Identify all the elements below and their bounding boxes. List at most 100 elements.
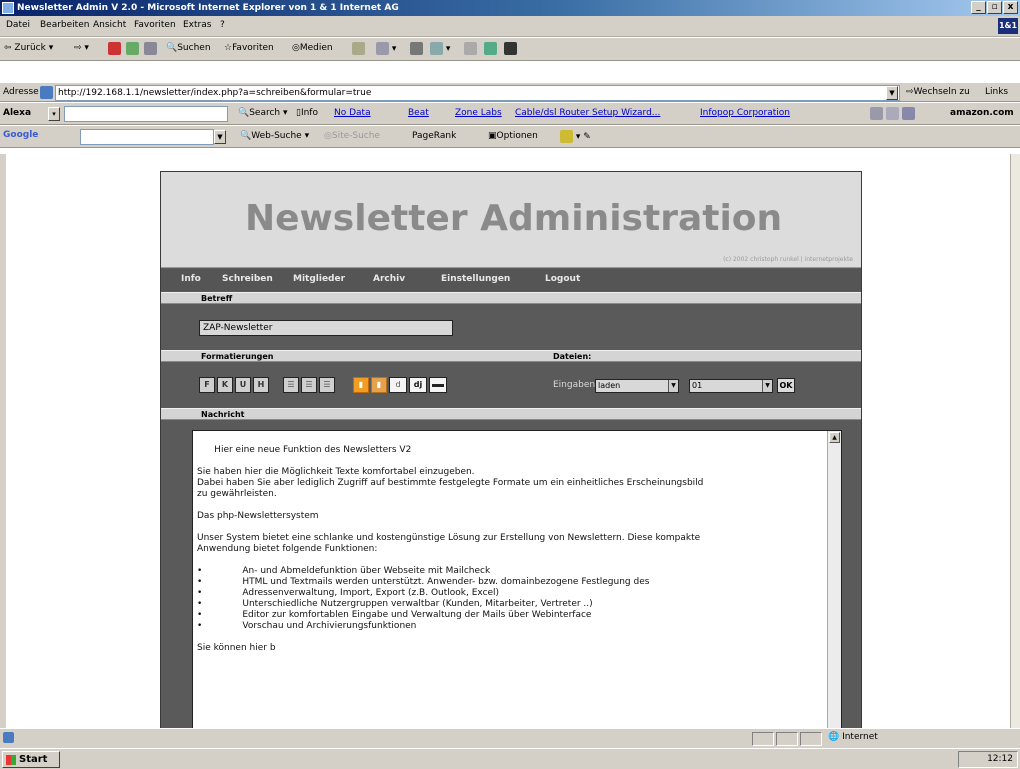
ie-icon: [2, 2, 14, 14]
subject-section-header: Betreff: [161, 292, 861, 304]
alexa-dropdown[interactable]: ▾: [48, 107, 60, 121]
edit-icon[interactable]: ▾: [430, 42, 450, 55]
google-site-search-button[interactable]: ◎Site-Suche: [324, 131, 380, 141]
formatting-label: Formatierungen: [201, 352, 274, 361]
messenger-icon[interactable]: [484, 42, 497, 55]
insert-label: Eingaben: [553, 380, 596, 390]
system-clock: 12:12: [958, 751, 1018, 768]
align-left-icon[interactable]: ☰: [283, 377, 299, 393]
message-textarea[interactable]: Hier eine neue Funktion des Newsletters …: [192, 430, 842, 728]
italic-button[interactable]: K: [217, 377, 233, 393]
amazon-logo[interactable]: amazon.com: [950, 108, 1014, 118]
go-button[interactable]: ⇨Wechseln zu: [906, 87, 970, 97]
alexa-no-data-link[interactable]: No Data: [334, 108, 371, 118]
menu-help[interactable]: ?: [220, 20, 225, 30]
alexa-search-button[interactable]: 🔍Search ▾: [238, 108, 288, 118]
menu-file[interactable]: Datei: [6, 20, 30, 30]
heading-button[interactable]: H: [253, 377, 269, 393]
google-options-button[interactable]: ▣Optionen: [488, 131, 538, 141]
pagerank-indicator[interactable]: PageRank: [412, 131, 456, 141]
chevron-down-icon: ▼: [762, 380, 772, 392]
link-router-setup[interactable]: Cable/dsl Router Setup Wizard...: [515, 108, 660, 118]
insert-action-select[interactable]: laden ▼: [595, 379, 679, 393]
forward-button[interactable]: ⇨ ▾: [74, 43, 89, 53]
app-title: Newsletter Administration: [245, 198, 783, 239]
menu-favorites[interactable]: Favoriten: [134, 20, 176, 30]
status-panel: [776, 732, 798, 746]
address-dropdown[interactable]: ▼: [886, 86, 898, 100]
google-extra-icons[interactable]: ▾ ✎: [560, 130, 591, 143]
history-icon[interactable]: [352, 42, 365, 55]
alexa-logo: Alexa: [3, 108, 32, 118]
maximize-button[interactable]: ▫: [987, 1, 1002, 14]
google-toolbar: Google ▼ 🔍Web-Suche ▾ ◎Site-Suche PageRa…: [0, 125, 1020, 148]
app-header: Newsletter Administration (c) 2002 chris…: [161, 172, 861, 268]
message-text: Hier eine neue Funktion des Newsletters …: [197, 445, 704, 653]
address-input[interactable]: http://192.168.1.1/newsletter/index.php?…: [55, 85, 900, 101]
ie-logo-icon: 1&1: [998, 18, 1018, 34]
status-panel: [800, 732, 822, 746]
nav-logout[interactable]: Logout: [545, 274, 580, 284]
status-bar: 🌐 Internet: [0, 728, 1020, 748]
alexa-info-button[interactable]: ▯Info: [296, 108, 318, 118]
insert-file-icon[interactable]: ▮: [371, 377, 387, 393]
stop-icon[interactable]: [108, 42, 121, 55]
discuss-icon[interactable]: [464, 42, 477, 55]
google-web-search-button[interactable]: 🔍Web-Suche ▾: [240, 131, 309, 141]
alexa-search-input[interactable]: [64, 106, 228, 122]
align-center-icon[interactable]: ☰: [301, 377, 317, 393]
underline-button[interactable]: U: [235, 377, 251, 393]
menu-edit[interactable]: Bearbeiten: [40, 20, 89, 30]
search-button[interactable]: 🔍Suchen: [166, 43, 211, 53]
align-right-icon[interactable]: ☰: [319, 377, 335, 393]
refresh-icon[interactable]: [126, 42, 139, 55]
message-scrollbar[interactable]: ▲: [827, 431, 841, 728]
page-scrollbar[interactable]: [1010, 154, 1020, 728]
links-label[interactable]: Links: [985, 87, 1008, 97]
extra-icon[interactable]: [504, 42, 517, 55]
bold-button[interactable]: F: [199, 377, 215, 393]
newsletter-app: Newsletter Administration (c) 2002 chris…: [160, 171, 862, 728]
back-button[interactable]: ⇦ Zurück ▾: [4, 43, 53, 53]
alexa-toolbar: Alexa ▾ 🔍Search ▾ ▯Info No Data Beat Zon…: [0, 102, 1020, 125]
menu-bar: Datei Bearbeiten Ansicht Favoriten Extra…: [0, 16, 1020, 37]
close-button[interactable]: x: [1003, 1, 1018, 14]
security-zone: 🌐 Internet: [828, 732, 878, 742]
title-bar: Newsletter Admin V 2.0 - Microsoft Inter…: [0, 0, 1020, 16]
link-beat[interactable]: Beat: [408, 108, 429, 118]
mail-icon[interactable]: ▾: [376, 42, 396, 55]
menu-tools[interactable]: Extras: [183, 20, 211, 30]
alexa-extra-icons[interactable]: [870, 107, 915, 120]
files-label: Dateien:: [553, 352, 592, 361]
google-logo[interactable]: Google: [3, 130, 38, 140]
nav-mitglieder[interactable]: Mitglieder: [293, 274, 345, 284]
scroll-up-icon[interactable]: ▲: [829, 432, 840, 443]
ok-button[interactable]: OK: [777, 378, 795, 393]
google-search-input[interactable]: [80, 129, 214, 145]
windows-flag-icon: [6, 755, 16, 765]
link-infopop[interactable]: Infopop Corporation: [700, 108, 790, 118]
print-icon[interactable]: [410, 42, 423, 55]
google-dropdown[interactable]: ▼: [214, 130, 226, 144]
nav-info[interactable]: Info: [181, 274, 201, 284]
home-icon[interactable]: [144, 42, 157, 55]
insert-d-icon[interactable]: d: [389, 377, 407, 393]
nav-einstellungen[interactable]: Einstellungen: [441, 274, 510, 284]
media-button[interactable]: ◎Medien: [292, 43, 333, 53]
start-button[interactable]: Start: [2, 751, 60, 768]
insert-number-select[interactable]: 01 ▼: [689, 379, 773, 393]
menu-view[interactable]: Ansicht: [93, 20, 126, 30]
link-zone-labs[interactable]: Zone Labs: [455, 108, 502, 118]
address-label: Adresse: [3, 87, 39, 97]
insert-image-icon[interactable]: ▮: [353, 377, 369, 393]
insert-dj-icon[interactable]: dj: [409, 377, 427, 393]
nav-archiv[interactable]: Archiv: [373, 274, 405, 284]
window-title: Newsletter Admin V 2.0 - Microsoft Inter…: [17, 3, 399, 13]
subject-input[interactable]: ZAP-Newsletter: [199, 320, 453, 336]
nav-schreiben[interactable]: Schreiben: [222, 274, 273, 284]
horizontal-rule-icon[interactable]: [429, 377, 447, 393]
favorites-button[interactable]: ☆Favoriten: [224, 43, 274, 53]
minimize-button[interactable]: _: [971, 1, 986, 14]
app-nav: Info Schreiben Mitglieder Archiv Einstel…: [161, 269, 861, 291]
page-status-icon: [3, 732, 14, 743]
